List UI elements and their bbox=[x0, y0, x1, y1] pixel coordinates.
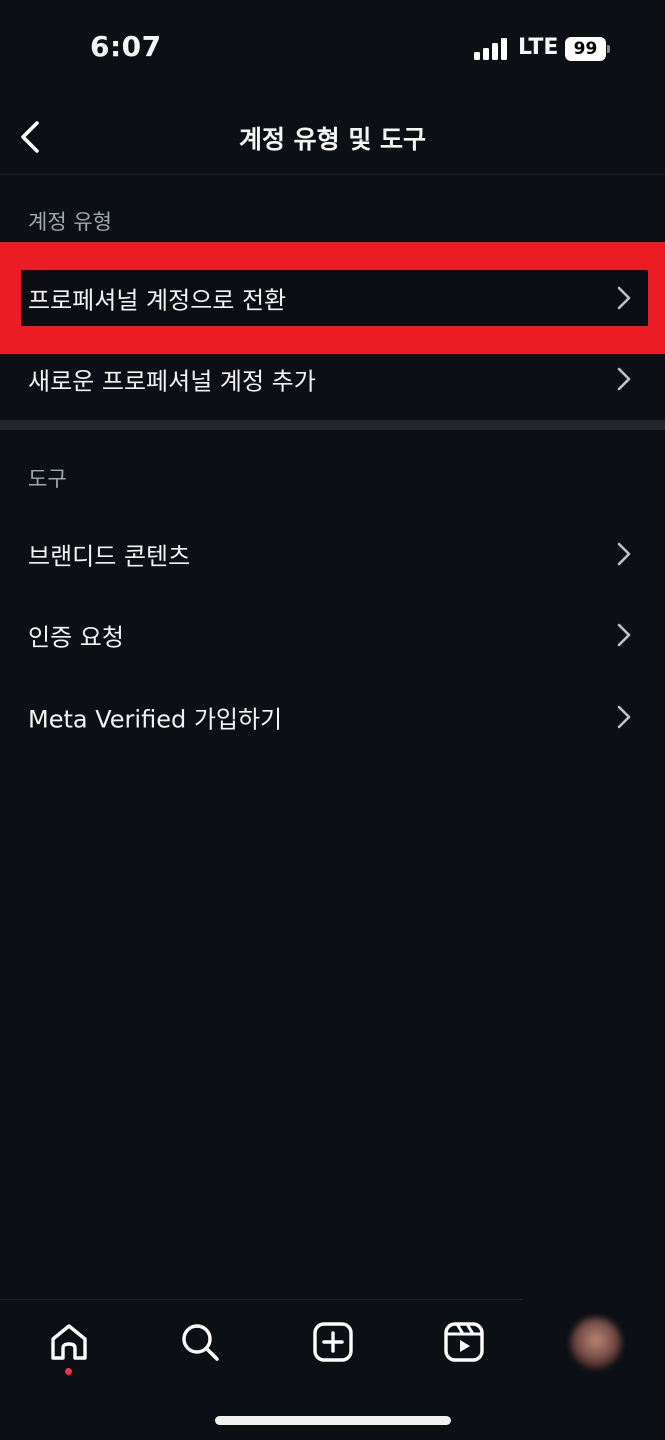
chevron-right-icon bbox=[617, 623, 631, 647]
reels-icon bbox=[444, 1322, 484, 1362]
tab-reels[interactable] bbox=[439, 1317, 489, 1367]
bottom-tab-bar bbox=[0, 1299, 665, 1440]
request-verification-item[interactable]: 인증 요청 bbox=[0, 597, 665, 673]
tab-search[interactable] bbox=[175, 1317, 225, 1367]
search-icon bbox=[182, 1324, 219, 1361]
home-icon bbox=[51, 1324, 87, 1360]
status-time: 6:07 bbox=[90, 30, 162, 63]
add-professional-account-item[interactable]: 새로운 프로페셔널 계정 추가 bbox=[0, 341, 665, 417]
chevron-right-icon bbox=[617, 286, 631, 310]
switch-to-professional-account-item[interactable]: 프로페셔널 계정으로 전환 bbox=[0, 260, 665, 336]
status-bar: 6:07 LTE 99 bbox=[0, 0, 665, 100]
chevron-right-icon bbox=[617, 542, 631, 566]
notification-dot bbox=[65, 1368, 72, 1375]
create-post-icon bbox=[313, 1322, 353, 1362]
chevron-right-icon bbox=[617, 705, 631, 729]
section-heading-tools: 도구 bbox=[28, 467, 67, 491]
list-item-label: 프로페셔널 계정으로 전환 bbox=[28, 286, 287, 315]
network-type: LTE bbox=[518, 35, 559, 60]
section-divider bbox=[0, 420, 665, 430]
list-item-label: Meta Verified 가입하기 bbox=[28, 705, 283, 734]
battery-level: 99 bbox=[565, 37, 606, 61]
tab-create[interactable] bbox=[308, 1317, 358, 1367]
meta-verified-signup-item[interactable]: Meta Verified 가입하기 bbox=[0, 679, 665, 755]
page-title: 계정 유형 및 도구 bbox=[238, 125, 427, 154]
branded-content-item[interactable]: 브랜디드 콘텐츠 bbox=[0, 516, 665, 592]
home-indicator[interactable] bbox=[215, 1416, 451, 1425]
battery-icon: 99 bbox=[565, 37, 610, 61]
list-item-label: 인증 요청 bbox=[28, 623, 124, 652]
tab-home[interactable] bbox=[44, 1317, 94, 1367]
account-type-and-tools-screen: 6:07 LTE 99 계정 유형 및 도구 계정 유형 프로페셔널 계정으로 … bbox=[0, 0, 665, 1440]
list-item-label: 새로운 프로페셔널 계정 추가 bbox=[28, 367, 316, 396]
section-heading-account-type: 계정 유형 bbox=[28, 210, 112, 234]
tab-profile-avatar[interactable] bbox=[570, 1317, 622, 1369]
list-item-label: 브랜디드 콘텐츠 bbox=[28, 542, 191, 571]
nav-header: 계정 유형 및 도구 bbox=[0, 100, 665, 175]
cellular-signal-icon bbox=[474, 38, 508, 60]
chevron-right-icon bbox=[617, 367, 631, 391]
